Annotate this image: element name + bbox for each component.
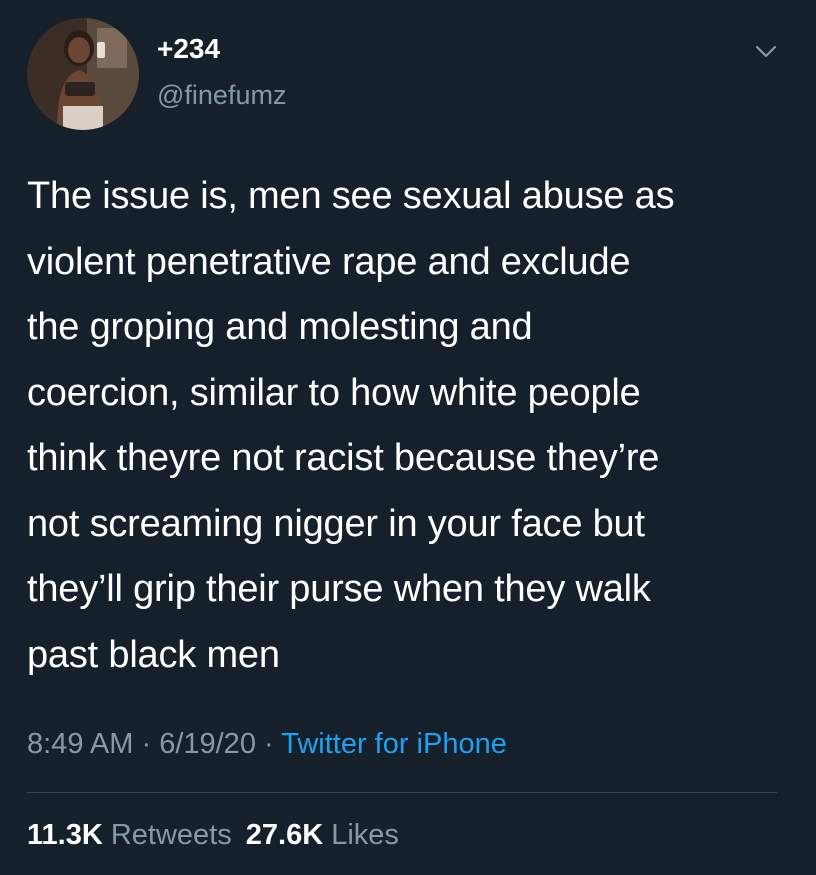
tweet-stats: 11.3K Retweets 27.6K Likes: [27, 817, 399, 853]
chevron-down-icon[interactable]: [752, 38, 780, 66]
retweets-stat[interactable]: 11.3K Retweets: [27, 819, 232, 851]
author-display-name[interactable]: +234: [157, 32, 220, 66]
tweet-time[interactable]: 8:49 AM: [27, 728, 133, 760]
tweet-card: +234 @finefumz The issue is, men see sex…: [0, 0, 816, 875]
tweet-text: The issue is, men see sexual abuse as vi…: [27, 175, 675, 676]
avatar-photo: [27, 18, 139, 130]
meta-separator: ·: [133, 728, 160, 760]
retweets-count: 11.3K: [27, 819, 103, 851]
likes-stat[interactable]: 27.6K Likes: [246, 819, 399, 851]
tweet-date[interactable]: 6/19/20: [159, 728, 256, 760]
author-handle[interactable]: @finefumz: [157, 79, 286, 111]
tweet-meta: 8:49 AM · 6/19/20 · Twitter for iPhone: [27, 726, 507, 762]
meta-separator: ·: [255, 728, 282, 760]
likes-label: Likes: [331, 819, 399, 851]
avatar[interactable]: [27, 18, 139, 130]
divider: [27, 792, 777, 793]
likes-count: 27.6K: [245, 819, 324, 851]
tweet-source-link[interactable]: Twitter for iPhone: [281, 728, 507, 760]
retweets-label: Retweets: [110, 819, 232, 851]
